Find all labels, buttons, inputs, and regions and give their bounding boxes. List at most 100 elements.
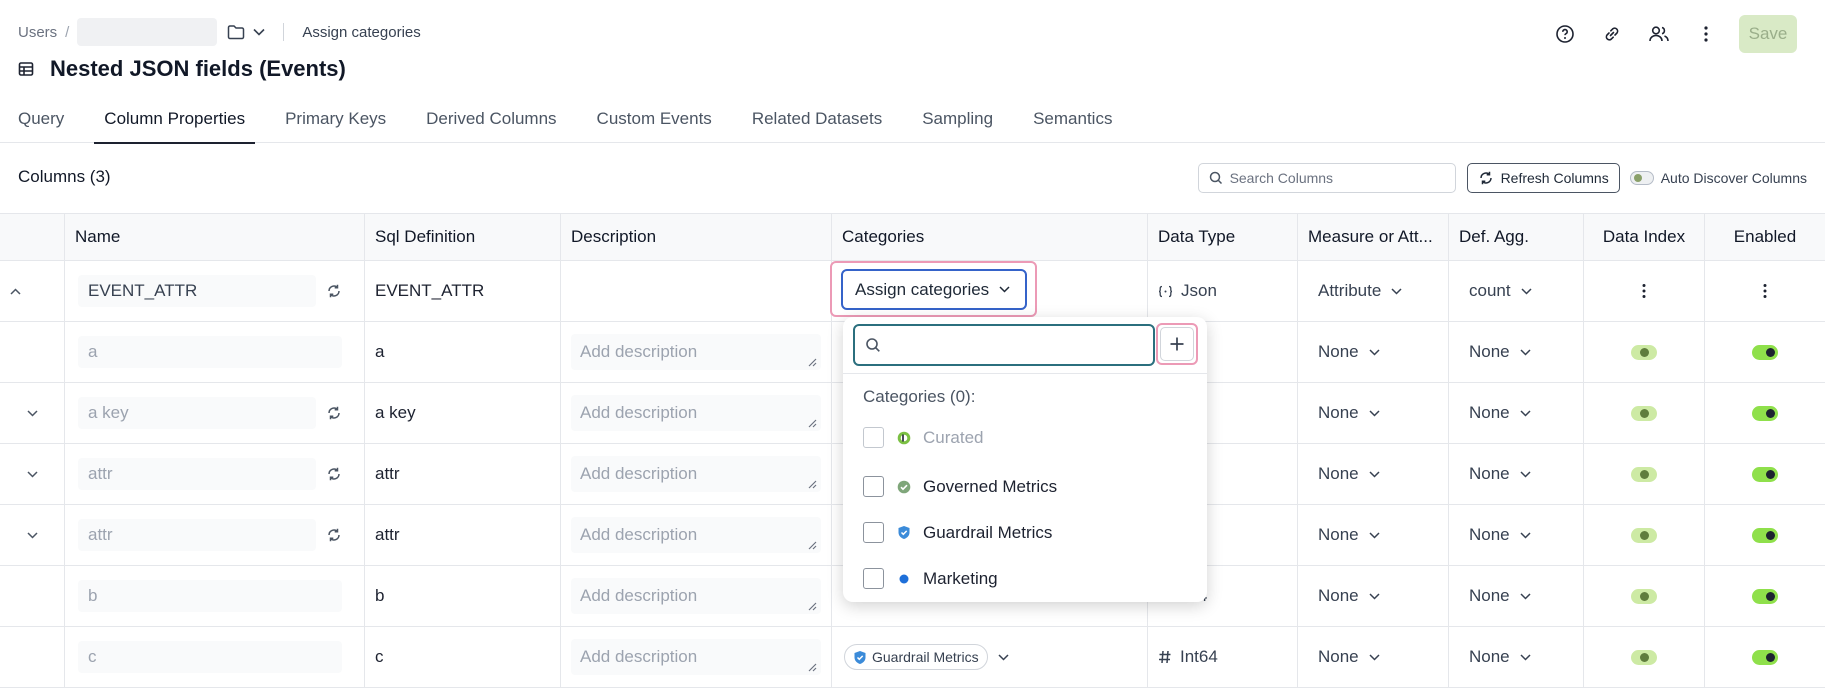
enabled-toggle[interactable] bbox=[1752, 649, 1778, 665]
collapse-row-button[interactable] bbox=[0, 261, 65, 321]
tab-custom-events[interactable]: Custom Events bbox=[597, 100, 712, 143]
data-index-toggle[interactable] bbox=[1631, 649, 1657, 665]
name-input[interactable]: attr bbox=[78, 519, 316, 551]
header-description[interactable]: Description bbox=[561, 214, 832, 260]
checkbox[interactable] bbox=[863, 568, 884, 589]
users-icon[interactable] bbox=[1635, 15, 1682, 53]
checkbox[interactable] bbox=[863, 522, 884, 543]
measure-select[interactable]: Attribute bbox=[1298, 281, 1402, 301]
measure-select[interactable]: None bbox=[1298, 464, 1380, 484]
category-chip[interactable]: Guardrail Metrics bbox=[844, 644, 988, 670]
checkbox[interactable] bbox=[863, 427, 884, 448]
enabled-toggle[interactable] bbox=[1752, 527, 1778, 543]
tab-column-properties[interactable]: Column Properties bbox=[94, 100, 255, 144]
sync-name-icon[interactable] bbox=[326, 283, 342, 299]
category-search-input[interactable] bbox=[889, 336, 1139, 354]
category-option-governed-metrics[interactable]: Governed Metrics bbox=[863, 476, 1057, 497]
description-input[interactable]: Add description bbox=[571, 334, 821, 370]
aggregation-select[interactable]: count bbox=[1449, 281, 1532, 301]
tab-query[interactable]: Query bbox=[18, 100, 64, 143]
measure-select[interactable]: None bbox=[1298, 647, 1380, 667]
resize-grip-icon[interactable] bbox=[808, 358, 817, 367]
name-input[interactable]: EVENT_ATTR bbox=[78, 275, 316, 307]
resize-grip-icon[interactable] bbox=[808, 541, 817, 550]
tab-sampling[interactable]: Sampling bbox=[922, 100, 993, 143]
category-search-field[interactable] bbox=[853, 324, 1155, 366]
data-index-toggle[interactable] bbox=[1631, 405, 1657, 421]
name-input[interactable]: a key bbox=[78, 397, 316, 429]
resize-grip-icon[interactable] bbox=[808, 480, 817, 489]
category-option-guardrail-metrics[interactable]: Guardrail Metrics bbox=[863, 522, 1052, 543]
aggregation-select[interactable]: None bbox=[1449, 403, 1531, 423]
header-data-type[interactable]: Data Type bbox=[1148, 214, 1298, 260]
auto-discover-switch[interactable] bbox=[1629, 171, 1654, 185]
header-default-aggregation[interactable]: Def. Agg. bbox=[1449, 214, 1584, 260]
name-input[interactable]: a bbox=[78, 336, 342, 368]
tab-related-datasets[interactable]: Related Datasets bbox=[752, 100, 882, 143]
resize-grip-icon[interactable] bbox=[808, 663, 817, 672]
tab-semantics[interactable]: Semantics bbox=[1033, 100, 1112, 143]
search-columns-input[interactable]: Search Columns bbox=[1197, 163, 1456, 193]
add-category-button[interactable] bbox=[1160, 327, 1194, 361]
tab-primary-keys[interactable]: Primary Keys bbox=[285, 100, 386, 143]
breadcrumb-users-link[interactable]: Users bbox=[18, 24, 57, 41]
help-icon[interactable] bbox=[1541, 15, 1588, 53]
description-input[interactable]: Add description bbox=[571, 578, 821, 614]
name-input[interactable]: attr bbox=[78, 458, 316, 490]
description-input[interactable]: Add description bbox=[571, 639, 821, 675]
save-button[interactable]: Save bbox=[1739, 15, 1797, 53]
link-icon[interactable] bbox=[1588, 15, 1635, 53]
description-input[interactable]: Add description bbox=[571, 517, 821, 553]
description-input[interactable]: Add description bbox=[571, 456, 821, 492]
enabled-toggle[interactable] bbox=[1752, 466, 1778, 482]
data-index-toggle[interactable] bbox=[1631, 344, 1657, 360]
breadcrumb-redacted-item[interactable] bbox=[77, 18, 218, 46]
data-index-toggle[interactable] bbox=[1631, 527, 1657, 543]
aggregation-select[interactable]: None bbox=[1449, 525, 1531, 545]
more-vertical-icon[interactable] bbox=[1762, 283, 1768, 299]
folder-menu[interactable] bbox=[227, 24, 265, 40]
description-input[interactable]: Add description bbox=[571, 395, 821, 431]
resize-grip-icon[interactable] bbox=[808, 602, 817, 611]
aggregation-select[interactable]: None bbox=[1449, 647, 1531, 667]
checkbox[interactable] bbox=[863, 476, 884, 497]
name-input[interactable]: b bbox=[78, 580, 342, 612]
expand-row-button[interactable] bbox=[0, 383, 65, 443]
refresh-columns-button[interactable]: Refresh Columns bbox=[1466, 163, 1620, 193]
chevron-down-icon bbox=[1520, 592, 1531, 600]
enabled-toggle[interactable] bbox=[1752, 588, 1778, 604]
aggregation-value: None bbox=[1469, 342, 1510, 361]
measure-select[interactable]: None bbox=[1298, 403, 1380, 423]
data-index-toggle[interactable] bbox=[1631, 588, 1657, 604]
header-sql-definition[interactable]: Sql Definition bbox=[365, 214, 561, 260]
header-data-index[interactable]: Data Index bbox=[1584, 214, 1705, 260]
header-enabled[interactable]: Enabled bbox=[1705, 214, 1825, 260]
aggregation-select[interactable]: None bbox=[1449, 586, 1531, 606]
header-name[interactable]: Name bbox=[65, 214, 365, 260]
header-categories[interactable]: Categories bbox=[832, 214, 1148, 260]
aggregation-select[interactable]: None bbox=[1449, 464, 1531, 484]
header-measure-or-attribute[interactable]: Measure or Att... bbox=[1298, 214, 1449, 260]
enabled-toggle[interactable] bbox=[1752, 405, 1778, 421]
more-vertical-icon[interactable] bbox=[1682, 15, 1729, 53]
assign-categories-button[interactable]: Assign categories bbox=[841, 269, 1027, 310]
auto-discover-toggle[interactable]: Auto Discover Columns bbox=[1629, 170, 1807, 186]
measure-select[interactable]: None bbox=[1298, 525, 1380, 545]
name-input[interactable]: c bbox=[78, 641, 342, 673]
category-option-marketing[interactable]: Marketing bbox=[863, 568, 998, 589]
measure-select[interactable]: None bbox=[1298, 586, 1380, 606]
sync-name-icon[interactable] bbox=[326, 527, 342, 543]
sync-name-icon[interactable] bbox=[326, 466, 342, 482]
expand-row-button[interactable] bbox=[0, 505, 65, 565]
resize-grip-icon[interactable] bbox=[808, 419, 817, 428]
chevron-down-icon[interactable] bbox=[998, 653, 1009, 661]
sync-name-icon[interactable] bbox=[326, 405, 342, 421]
more-vertical-icon[interactable] bbox=[1641, 283, 1647, 299]
enabled-toggle[interactable] bbox=[1752, 344, 1778, 360]
expand-row-button[interactable] bbox=[0, 444, 65, 504]
measure-select[interactable]: None bbox=[1298, 342, 1380, 362]
category-option-curated[interactable]: Curated bbox=[863, 427, 983, 448]
data-index-toggle[interactable] bbox=[1631, 466, 1657, 482]
tab-derived-columns[interactable]: Derived Columns bbox=[426, 100, 556, 143]
aggregation-select[interactable]: None bbox=[1449, 342, 1531, 362]
